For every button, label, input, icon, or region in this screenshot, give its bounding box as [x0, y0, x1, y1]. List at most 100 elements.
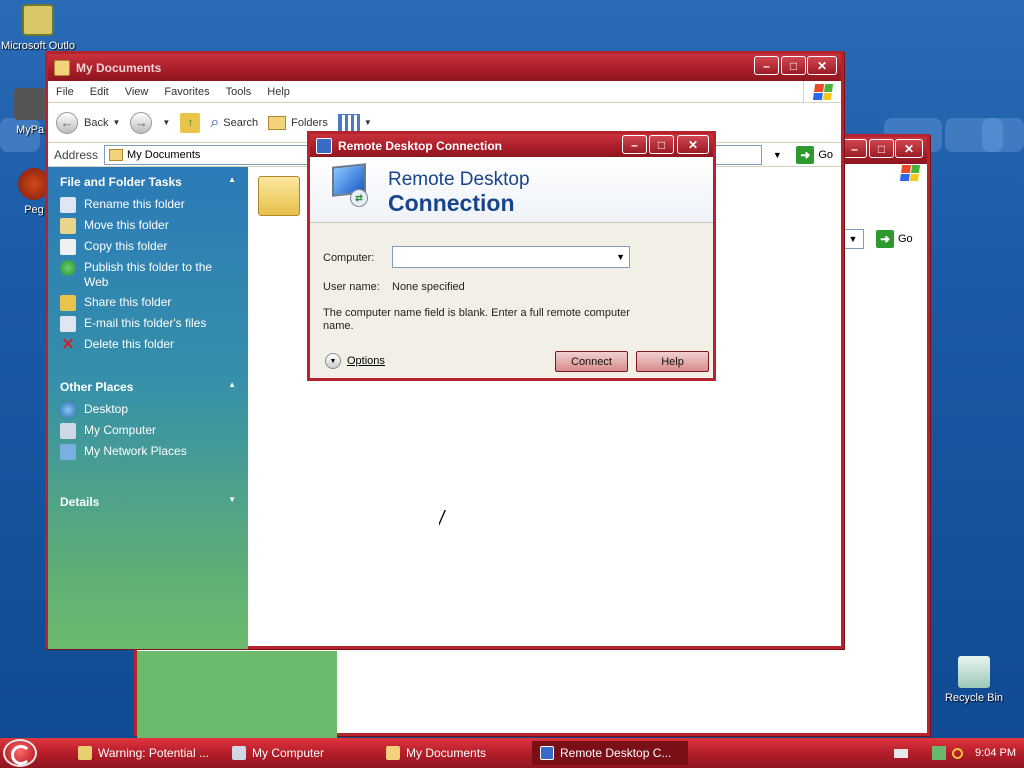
task-remote-desktop[interactable]: Remote Desktop C... — [532, 741, 688, 765]
search-icon[interactable] — [952, 747, 964, 759]
go-label: Go — [898, 233, 913, 245]
minimize-button[interactable]: – — [622, 135, 647, 154]
task-label: Share this folder — [84, 295, 172, 309]
section-header[interactable]: File and Folder Tasks ▲ — [60, 175, 236, 189]
chevron-down-icon[interactable]: ▼ — [112, 118, 120, 127]
task-rename-folder[interactable]: Rename this folder — [60, 197, 236, 213]
up-folder-button[interactable]: ↑ — [180, 112, 201, 133]
remote-desktop-icon — [540, 746, 554, 760]
keyboard-icon[interactable] — [894, 748, 909, 758]
desktop-icon-recycle-bin[interactable]: Recycle Bin — [936, 656, 1012, 704]
up-folder-icon: ↑ — [180, 112, 201, 133]
search-button[interactable]: ⌕ Search — [210, 114, 258, 132]
network-icon[interactable] — [932, 746, 947, 760]
task-label: Move this folder — [84, 218, 169, 232]
delete-icon: ✕ — [61, 336, 75, 353]
close-button[interactable]: ✕ — [895, 139, 923, 158]
help-button[interactable]: Help — [636, 351, 709, 372]
email-icon — [60, 316, 76, 332]
chevron-down-icon[interactable]: ▼ — [162, 118, 170, 127]
folders-label: Folders — [291, 116, 328, 129]
menu-favorites[interactable]: Favorites — [164, 86, 209, 98]
task-share-folder[interactable]: Share this folder — [60, 295, 236, 311]
computer-label: Computer: — [323, 252, 375, 264]
rename-icon — [60, 197, 76, 213]
task-label: My Computer — [252, 746, 325, 760]
remote-desktop-icon — [316, 137, 332, 154]
clock[interactable]: 9:04 PM — [975, 747, 1016, 759]
go-arrow-icon: ➜ — [876, 230, 894, 248]
folder-icon — [54, 59, 70, 76]
close-button[interactable]: ✕ — [807, 56, 837, 75]
desktop-icon-label: Recycle Bin — [944, 692, 1004, 704]
section-header[interactable]: Details ▼ — [60, 495, 236, 509]
maximize-button[interactable]: □ — [781, 56, 806, 75]
background-taskpane — [137, 651, 337, 739]
folder-icon — [109, 148, 124, 161]
place-my-computer[interactable]: My Computer — [60, 423, 236, 439]
task-delete-folder[interactable]: ✕ Delete this folder — [60, 337, 236, 353]
chevron-down-icon[interactable]: ▼ — [616, 252, 625, 262]
task-label: Publish this folder to the Web — [84, 260, 213, 289]
desktop-icon — [60, 402, 76, 418]
start-button[interactable] — [0, 738, 40, 768]
computer-combobox[interactable]: ▼ — [392, 246, 630, 268]
status-message: The computer name field is blank. Enter … — [323, 307, 630, 332]
details: Details ▼ — [48, 471, 248, 523]
chevron-down-icon[interactable]: ▼ — [364, 118, 372, 127]
views-button[interactable]: ▼ — [337, 113, 372, 132]
task-label: Warning: Potential ... — [98, 746, 209, 760]
chevron-down-icon[interactable]: ▼ — [228, 495, 236, 509]
menu-view[interactable]: View — [125, 86, 149, 98]
explorer-titlebar[interactable]: My Documents – □ ✕ — [48, 54, 841, 81]
menu-edit[interactable]: Edit — [90, 86, 109, 98]
views-icon — [337, 113, 360, 132]
section-title: Details — [60, 495, 100, 509]
username-value: None specified — [392, 281, 465, 293]
recycle-bin-icon — [958, 656, 990, 688]
task-copy-folder[interactable]: Copy this folder — [60, 239, 236, 255]
task-publish-folder[interactable]: Publish this folder to the Web — [60, 260, 236, 290]
maximize-button[interactable]: □ — [869, 139, 894, 158]
options-label: Options — [347, 355, 385, 367]
search-icon: ⌕ — [210, 113, 220, 131]
folders-button[interactable]: Folders — [268, 115, 328, 130]
connect-button[interactable]: Connect — [555, 351, 628, 372]
back-label: Back — [84, 116, 109, 129]
remote-desktop-dialog[interactable]: Remote Desktop Connection – □ ✕ ⇄ Remote… — [307, 131, 716, 381]
maximize-button[interactable]: □ — [649, 135, 674, 154]
task-warning[interactable]: Warning: Potential ... — [70, 741, 220, 765]
close-button[interactable]: ✕ — [677, 135, 709, 154]
menu-tools[interactable]: Tools — [226, 86, 252, 98]
file-folder-tasks: File and Folder Tasks ▲ Rename this fold… — [48, 167, 248, 364]
address-dropdown[interactable]: ▼ — [766, 145, 788, 165]
dialog-titlebar[interactable]: Remote Desktop Connection – □ ✕ — [310, 134, 713, 157]
place-network[interactable]: My Network Places — [60, 444, 236, 460]
minimize-button[interactable]: – — [754, 56, 779, 75]
task-my-computer[interactable]: My Computer — [224, 741, 374, 765]
desktop-icon-outlook[interactable]: Microsoft Outlo — [0, 4, 76, 52]
system-tray: 9:04 PM — [886, 738, 1024, 768]
share-icon — [60, 295, 76, 311]
menu-help[interactable]: Help — [267, 86, 290, 98]
options-toggle[interactable]: ▼ Options — [325, 353, 385, 369]
forward-button[interactable]: → ▼ — [130, 111, 170, 134]
section-header[interactable]: Other Places ▲ — [60, 380, 236, 394]
task-move-folder[interactable]: Move this folder — [60, 218, 236, 234]
menu-file[interactable]: File — [56, 86, 74, 98]
go-button[interactable]: ➜ Go — [796, 145, 833, 164]
dialog-banner: ⇄ Remote Desktop Connection — [310, 157, 713, 223]
chevron-up-icon[interactable]: ▲ — [228, 175, 236, 189]
chevron-up-icon[interactable]: ▲ — [228, 380, 236, 394]
music-folder-icon[interactable] — [258, 176, 300, 216]
place-desktop[interactable]: Desktop — [60, 402, 236, 418]
task-email-files[interactable]: E-mail this folder's files — [60, 316, 236, 332]
background-address-go[interactable]: ▼ ➜ Go — [842, 229, 913, 249]
minimize-button[interactable]: – — [842, 139, 867, 158]
section-title: Other Places — [60, 380, 134, 394]
folder-icon — [386, 746, 400, 760]
back-button[interactable]: ← Back ▼ — [56, 111, 120, 134]
window-title: My Documents — [76, 60, 162, 75]
task-my-documents[interactable]: My Documents — [378, 741, 528, 765]
outlook-icon — [22, 4, 54, 36]
